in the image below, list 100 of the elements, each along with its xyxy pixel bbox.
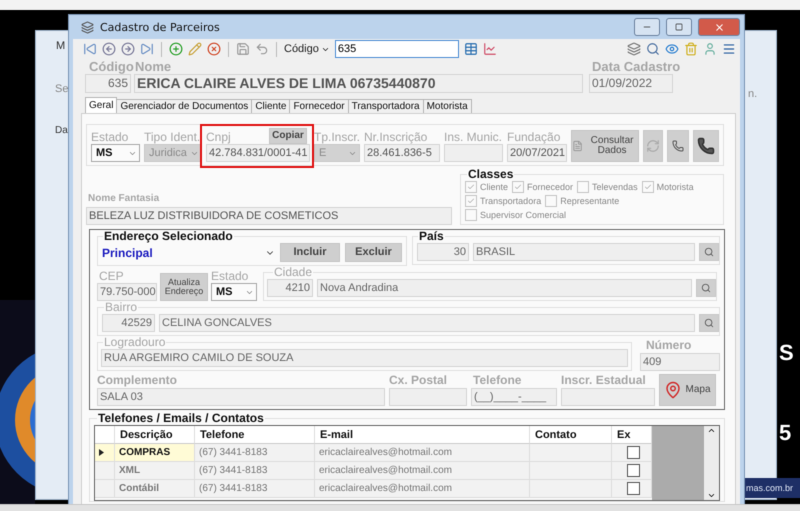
checkbox[interactable]: [545, 195, 558, 207]
field-label: Fundação: [507, 130, 562, 144]
code-field[interactable]: 30: [417, 243, 469, 261]
add-icon[interactable]: [169, 42, 183, 56]
search-icon: [704, 247, 714, 257]
save-icon[interactable]: [236, 42, 250, 56]
chart-icon[interactable]: [482, 42, 497, 56]
maximize-button[interactable]: [666, 18, 692, 36]
previous-icon[interactable]: [102, 42, 116, 56]
state-registration-field[interactable]: [561, 388, 655, 406]
next-icon[interactable]: [121, 42, 135, 56]
checkbox[interactable]: [465, 209, 477, 221]
field-label: Complemento: [97, 373, 178, 387]
text-field[interactable]: 42.784.831/0001-41: [206, 144, 310, 162]
scrollbar[interactable]: [704, 426, 719, 500]
wallpaper-text: 5: [779, 420, 792, 446]
search-field[interactable]: 635: [334, 40, 459, 58]
user-icon[interactable]: [703, 42, 717, 56]
group-title: Logradouro: [103, 336, 166, 349]
cep-field[interactable]: 79.750-000: [97, 283, 157, 301]
map-button[interactable]: Mapa: [659, 374, 716, 406]
number-field[interactable]: 409: [640, 353, 720, 371]
checkbox[interactable]: [642, 181, 654, 193]
tab[interactable]: Transportadora: [348, 99, 424, 113]
scroll-up-icon[interactable]: [707, 426, 716, 435]
checkbox[interactable]: [577, 181, 590, 193]
street-field[interactable]: RUA ARGEMIRO CAMILO DE SOUZA: [101, 349, 628, 367]
row-header[interactable]: [95, 444, 115, 462]
field-label: CEP: [98, 269, 125, 283]
close-button[interactable]: [698, 18, 740, 36]
checkbox[interactable]: [627, 482, 640, 495]
city-field[interactable]: Nova Andradina: [317, 279, 692, 297]
update-address-button[interactable]: Atualiza Endereço: [160, 273, 208, 301]
checkbox-label: Fornecedor: [527, 182, 574, 192]
checkbox[interactable]: [465, 195, 477, 207]
check-icon: [514, 183, 522, 191]
check-icon: [644, 183, 652, 191]
maximize-icon: [675, 23, 683, 31]
code-field[interactable]: 4210: [267, 279, 313, 297]
field-selector[interactable]: Código: [284, 43, 330, 55]
phone-button[interactable]: [667, 130, 689, 162]
table-cell: (67) 3441-8183: [195, 462, 315, 480]
scroll-down-icon[interactable]: [707, 491, 716, 500]
delete-icon[interactable]: [207, 42, 221, 56]
checkbox[interactable]: [627, 446, 640, 459]
bin-icon[interactable]: [684, 42, 698, 56]
group-title: Bairro: [104, 301, 138, 314]
text-field[interactable]: [444, 144, 503, 162]
state-dropdown[interactable]: MS: [211, 283, 257, 301]
dropdown-field[interactable]: MS: [91, 144, 140, 162]
field-label: Se: [55, 83, 68, 95]
undo-icon[interactable]: [255, 42, 269, 56]
first-record-icon[interactable]: [83, 42, 97, 56]
call-button[interactable]: [693, 130, 719, 162]
lookup-button[interactable]: [696, 279, 716, 297]
add-button[interactable]: Incluir: [280, 243, 340, 262]
window-title: Cadastro de Parceiros: [100, 20, 221, 34]
complement-field[interactable]: SALA 03: [97, 388, 385, 406]
phone-icon: [697, 137, 715, 155]
phone-field[interactable]: (__)____-____: [471, 388, 557, 406]
group-title: País: [418, 230, 445, 243]
table-cell: COMPRAS: [115, 444, 195, 462]
code-field[interactable]: 42529: [102, 314, 155, 332]
last-record-icon[interactable]: [140, 42, 154, 56]
table-cell: (67) 3441-8183: [195, 480, 315, 498]
copy-button[interactable]: Copiar: [269, 128, 307, 144]
country-field[interactable]: BRASIL: [473, 243, 695, 261]
tab-label: Da: [55, 125, 68, 136]
field-label: Cx. Postal: [389, 373, 448, 387]
group-title: Endereço Selecionado: [103, 230, 234, 243]
menu-icon[interactable]: [722, 42, 736, 56]
delete-button[interactable]: Excluir: [345, 243, 402, 262]
lookup-button[interactable]: [699, 314, 719, 332]
text-field[interactable]: 28.461.836-5: [364, 144, 440, 162]
text-field[interactable]: 20/07/2021: [507, 144, 567, 162]
group-title: Classes: [467, 168, 514, 181]
code-field[interactable]: 635: [85, 74, 131, 93]
field-label: Inscr. Estadual: [561, 373, 647, 387]
search-icon[interactable]: [646, 42, 660, 56]
checkbox[interactable]: [627, 464, 640, 477]
app-icon: [81, 20, 94, 34]
tab[interactable]: Geral: [85, 97, 118, 113]
window-title: M: [56, 40, 66, 52]
minimize-button[interactable]: [634, 18, 660, 36]
address-selector[interactable]: Principal: [102, 246, 260, 260]
checkbox[interactable]: [465, 181, 477, 193]
edit-icon[interactable]: [188, 42, 202, 56]
name-field[interactable]: ERICA CLAIRE ALVES DE LIMA 06735440870: [134, 74, 583, 93]
field-label: n.: [748, 88, 758, 100]
table-cell: ericaclairealves@hotmail.com: [315, 444, 530, 462]
lookup-button[interactable]: [699, 243, 719, 261]
date-field[interactable]: 01/09/2022: [589, 74, 673, 93]
tab[interactable]: Motorista: [422, 99, 472, 113]
consult-button[interactable]: Consultar Dados: [571, 130, 639, 162]
checkbox[interactable]: [512, 181, 524, 193]
grid-icon[interactable]: [464, 42, 478, 56]
postal-box-field[interactable]: [389, 388, 467, 406]
trade-name-field[interactable]: BELEZA LUZ DISTRIBUIDORA DE COSMETICOS: [86, 207, 452, 225]
eye-icon[interactable]: [665, 42, 679, 56]
district-field[interactable]: CELINA GONCALVES: [159, 314, 695, 332]
